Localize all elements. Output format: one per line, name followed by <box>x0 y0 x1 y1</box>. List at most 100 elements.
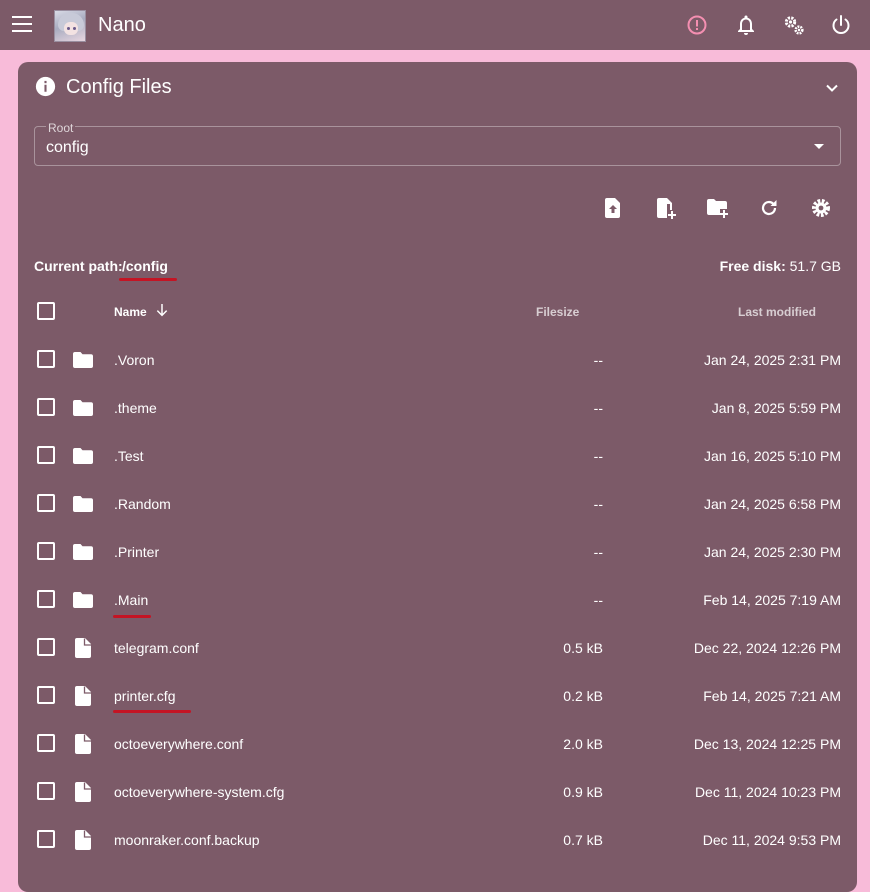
annotation-underline <box>113 710 191 713</box>
folder-icon <box>71 540 95 564</box>
row-checkbox[interactable] <box>37 734 55 752</box>
file-name[interactable]: octoeverywhere-system.cfg <box>114 784 284 800</box>
file-name[interactable]: .Main <box>114 592 148 608</box>
file-modified: Feb 14, 2025 7:21 AM <box>703 688 841 704</box>
row-checkbox[interactable] <box>37 686 55 704</box>
file-modified: Dec 11, 2024 9:53 PM <box>702 832 841 848</box>
row-checkbox[interactable] <box>37 590 55 608</box>
avatar[interactable] <box>54 10 86 42</box>
file-name[interactable]: telegram.conf <box>114 640 199 656</box>
table-row[interactable]: .Printer -- Jan 24, 2025 2:30 PM <box>18 528 857 576</box>
folder-icon <box>71 588 95 612</box>
file-modified: Jan 24, 2025 2:30 PM <box>704 544 841 560</box>
file-name[interactable]: octoeverywhere.conf <box>114 736 243 752</box>
table-row[interactable]: .Test -- Jan 16, 2025 5:10 PM <box>18 432 857 480</box>
file-name[interactable]: .Random <box>114 496 171 512</box>
bell-icon[interactable] <box>734 13 758 37</box>
file-icon <box>71 732 95 756</box>
file-modified: Jan 24, 2025 6:58 PM <box>704 496 841 512</box>
panel-title: Config Files <box>66 76 172 98</box>
free-disk-value: 51.7 GB <box>789 258 841 274</box>
table-row[interactable]: .Random -- Jan 24, 2025 6:58 PM <box>18 480 857 528</box>
annotation-underline <box>119 278 177 281</box>
chevron-down-icon[interactable] <box>822 78 842 98</box>
file-modified: Dec 13, 2024 12:25 PM <box>693 736 841 752</box>
file-modified: Jan 24, 2025 2:31 PM <box>704 352 841 368</box>
free-disk-label: Free disk: <box>719 258 786 274</box>
row-checkbox[interactable] <box>37 830 55 848</box>
folder-icon <box>71 444 95 468</box>
file-size: -- <box>593 496 603 512</box>
file-name[interactable]: moonraker.conf.backup <box>114 832 260 848</box>
file-size: -- <box>593 544 603 560</box>
annotation-underline <box>113 615 151 618</box>
name-column-header[interactable]: Name <box>114 305 147 319</box>
file-size: -- <box>593 448 603 464</box>
file-name[interactable]: .Test <box>114 448 144 464</box>
power-icon[interactable] <box>829 13 853 37</box>
root-select[interactable]: Root config <box>34 121 841 166</box>
row-checkbox[interactable] <box>37 350 55 368</box>
create-folder-icon[interactable] <box>705 196 729 220</box>
select-all-checkbox[interactable] <box>37 302 55 320</box>
file-size: 2.0 kB <box>563 736 603 752</box>
create-file-icon[interactable] <box>653 196 677 220</box>
warning-icon[interactable] <box>685 13 709 37</box>
current-path-label: Current path: <box>34 258 123 274</box>
file-modified: Jan 16, 2025 5:10 PM <box>704 448 841 464</box>
file-modified: Jan 8, 2025 5:59 PM <box>711 400 841 416</box>
upload-file-icon[interactable] <box>601 196 625 220</box>
filesize-column-header[interactable]: Filesize <box>536 305 579 319</box>
row-checkbox[interactable] <box>37 446 55 464</box>
folder-icon <box>71 396 95 420</box>
file-size: -- <box>593 592 603 608</box>
root-label: Root <box>46 121 76 135</box>
file-size: 0.7 kB <box>563 832 603 848</box>
file-size: -- <box>593 400 603 416</box>
row-checkbox[interactable] <box>37 782 55 800</box>
config-files-panel: Config Files Root config Current path: /… <box>18 62 857 892</box>
file-name[interactable]: .theme <box>114 400 157 416</box>
gears-icon[interactable] <box>782 13 806 37</box>
file-size: -- <box>593 352 603 368</box>
folder-icon <box>71 348 95 372</box>
file-modified: Feb 14, 2025 7:19 AM <box>703 592 841 608</box>
file-name[interactable]: printer.cfg <box>114 688 175 704</box>
current-path-value: /config <box>122 258 168 274</box>
arrow-down-icon[interactable] <box>154 302 170 318</box>
refresh-icon[interactable] <box>757 196 781 220</box>
file-size: 0.2 kB <box>563 688 603 704</box>
table-row[interactable]: octoeverywhere-system.cfg 0.9 kB Dec 11, 2… <box>18 768 857 816</box>
dropdown-caret-icon <box>814 144 824 149</box>
root-value: config <box>46 139 89 156</box>
info-icon <box>35 76 56 97</box>
table-row[interactable]: moonraker.conf.backup 0.7 kB Dec 11, 2024 … <box>18 816 857 864</box>
file-icon <box>71 828 95 852</box>
file-size: 0.5 kB <box>563 640 603 656</box>
file-name[interactable]: .Printer <box>114 544 159 560</box>
free-disk: Free disk: 51.7 GB <box>720 258 841 274</box>
file-name[interactable]: .Voron <box>114 352 154 368</box>
table-row[interactable]: telegram.conf 0.5 kB Dec 22, 2024 12:26 PM <box>18 624 857 672</box>
row-checkbox[interactable] <box>37 638 55 656</box>
row-checkbox[interactable] <box>37 542 55 560</box>
table-header: Name Filesize Last modified <box>18 288 857 334</box>
table-row[interactable]: .theme -- Jan 8, 2025 5:59 PM <box>18 384 857 432</box>
table-row[interactable]: .Voron -- Jan 24, 2025 2:31 PM <box>18 336 857 384</box>
file-icon <box>71 780 95 804</box>
app-bar: Nano <box>0 0 870 50</box>
row-checkbox[interactable] <box>37 398 55 416</box>
app-title: Nano <box>98 14 146 36</box>
file-icon <box>71 636 95 660</box>
table-row[interactable]: octoeverywhere.conf 2.0 kB Dec 13, 2024 12… <box>18 720 857 768</box>
row-checkbox[interactable] <box>37 494 55 512</box>
path-info: Current path: /config Free disk: 51.7 GB <box>34 258 841 278</box>
file-modified: Dec 22, 2024 12:26 PM <box>693 640 841 656</box>
menu-icon[interactable] <box>12 16 32 32</box>
settings-icon[interactable] <box>809 196 833 220</box>
last-modified-column-header[interactable]: Last modified <box>738 305 816 319</box>
file-modified: Dec 11, 2024 10:23 PM <box>694 784 841 800</box>
folder-icon <box>71 492 95 516</box>
file-icon <box>71 684 95 708</box>
file-size: 0.9 kB <box>563 784 603 800</box>
